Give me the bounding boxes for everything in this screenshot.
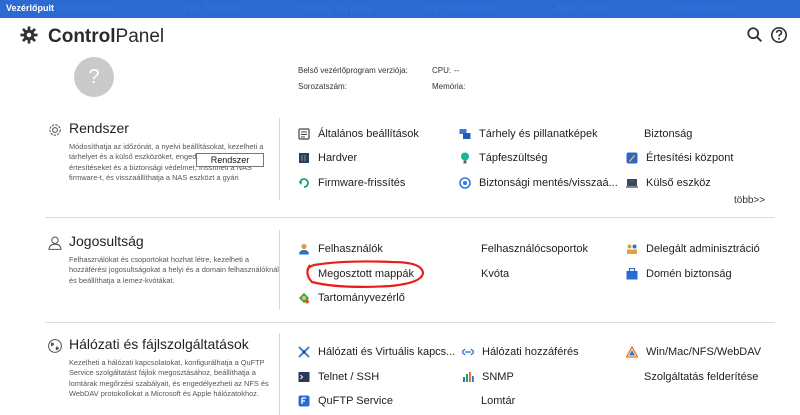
item-security[interactable]: Biztonság — [644, 128, 692, 140]
item-firmware-update[interactable]: Firmware-frissítés — [298, 177, 405, 189]
snmp-chart-icon — [463, 372, 474, 382]
item-power[interactable]: Tápfeszültség — [459, 152, 547, 164]
item-hardware[interactable]: Hardver — [298, 152, 357, 164]
item-domain-security[interactable]: Domén biztonság — [626, 268, 732, 280]
section-title-privilege[interactable]: Jogosultság — [69, 233, 144, 249]
gear-icon — [20, 26, 38, 44]
globe-icon — [48, 339, 62, 353]
item-win-mac-nfs-webdav[interactable]: Win/Mac/NFS/WebDAV — [626, 346, 761, 358]
more-link[interactable]: több>> — [734, 195, 765, 206]
section-desc-network: Kezelheti a hálózati kapcsolatokat, konf… — [69, 358, 269, 399]
power-bulb-icon — [461, 152, 469, 164]
item-general-settings[interactable]: Általános beállítások — [298, 128, 419, 140]
storage-icon — [459, 129, 471, 139]
divider — [279, 333, 280, 415]
app-header: ControlPanel — [0, 18, 800, 54]
avatar: ? — [74, 57, 114, 97]
system-settings-icon — [49, 124, 61, 136]
tab-app-center[interactable]: App Center — [555, 3, 611, 15]
tab-help-center[interactable]: Súgóközpont — [672, 3, 736, 15]
section-title-network[interactable]: Hálózati és fájlszolgáltatások — [69, 336, 249, 352]
tooltip: Rendszer — [196, 153, 264, 167]
domain-security-icon — [626, 268, 638, 280]
cpu-label: CPU: — [432, 66, 452, 75]
general-settings-icon — [298, 128, 310, 140]
item-delegated-admin[interactable]: Delegált adminisztráció — [626, 243, 760, 255]
item-storage-snapshots[interactable]: Tárhely és pillanatképek — [459, 128, 598, 140]
backup-icon — [459, 177, 471, 189]
item-quota[interactable]: Kvóta — [481, 268, 509, 280]
section-desc-privilege: Felhasználókat és csoportokat hozhat lét… — [69, 255, 279, 285]
cpu-value: -- — [454, 66, 460, 75]
item-network-access[interactable]: Hálózati hozzáférés — [462, 346, 579, 358]
item-service-discovery[interactable]: Szolgáltatás felderítése — [644, 371, 758, 383]
firmware-version-label: Belső vezérlőprogram verziója: — [298, 66, 408, 75]
win-mac-nfs-icon — [626, 346, 638, 358]
item-user-groups[interactable]: Felhasználócsoportok — [481, 243, 588, 255]
item-notification-center[interactable]: Értesítési központ — [626, 152, 733, 164]
memory-label: Memória: — [432, 82, 466, 91]
section-title-system[interactable]: Rendszer — [69, 120, 129, 136]
item-backup-restore[interactable]: Biztonsági mentés/visszaá... — [459, 177, 618, 189]
network-access-icon — [462, 348, 474, 356]
item-domain-controller[interactable]: Tartományvezérlő — [298, 292, 405, 304]
serial-number-label: Sorozatszám: — [298, 82, 347, 91]
domain-controller-icon — [299, 293, 309, 304]
divider — [45, 322, 775, 323]
network-switch-icon — [298, 346, 310, 358]
item-network-virtual-switch[interactable]: Hálózati és Virtuális kapcs... — [298, 346, 455, 358]
divider — [45, 217, 775, 218]
item-snmp[interactable]: SNMP — [462, 371, 514, 383]
window-titlebar: Vezérlőpult Vezérlőpult File Station Tár… — [0, 0, 800, 18]
item-telnet-ssh[interactable]: Telnet / SSH — [298, 371, 379, 383]
item-recycle-bin[interactable]: Lomtár — [481, 395, 515, 407]
tab-file-station[interactable]: File Station — [183, 3, 238, 15]
search-icon[interactable] — [746, 26, 764, 44]
item-external-device[interactable]: Külső eszköz — [626, 177, 711, 189]
app-brand: ControlPanel — [48, 26, 165, 47]
hardware-icon — [299, 153, 309, 163]
divider — [279, 118, 280, 200]
user-icon — [48, 236, 62, 250]
delegated-admin-icon — [627, 244, 637, 254]
notification-icon — [626, 152, 638, 164]
item-users[interactable]: Felhasználók — [298, 243, 383, 255]
tab-control-panel[interactable]: Vezérlőpult — [56, 3, 110, 15]
highlight-circle — [306, 260, 425, 288]
external-device-icon — [626, 179, 638, 188]
tab-myqnapcloud[interactable]: myQNAPcloud — [424, 3, 496, 15]
users-icon — [299, 243, 309, 255]
tab-storage[interactable]: Tárhely és pilla- — [296, 3, 374, 15]
firmware-update-icon — [299, 178, 309, 188]
divider — [279, 230, 280, 310]
ftp-icon — [298, 395, 310, 407]
terminal-icon — [298, 372, 310, 382]
help-icon[interactable] — [770, 26, 788, 44]
window-title: Vezérlőpult — [6, 3, 55, 13]
item-quftp-service[interactable]: QuFTP Service — [298, 395, 393, 407]
